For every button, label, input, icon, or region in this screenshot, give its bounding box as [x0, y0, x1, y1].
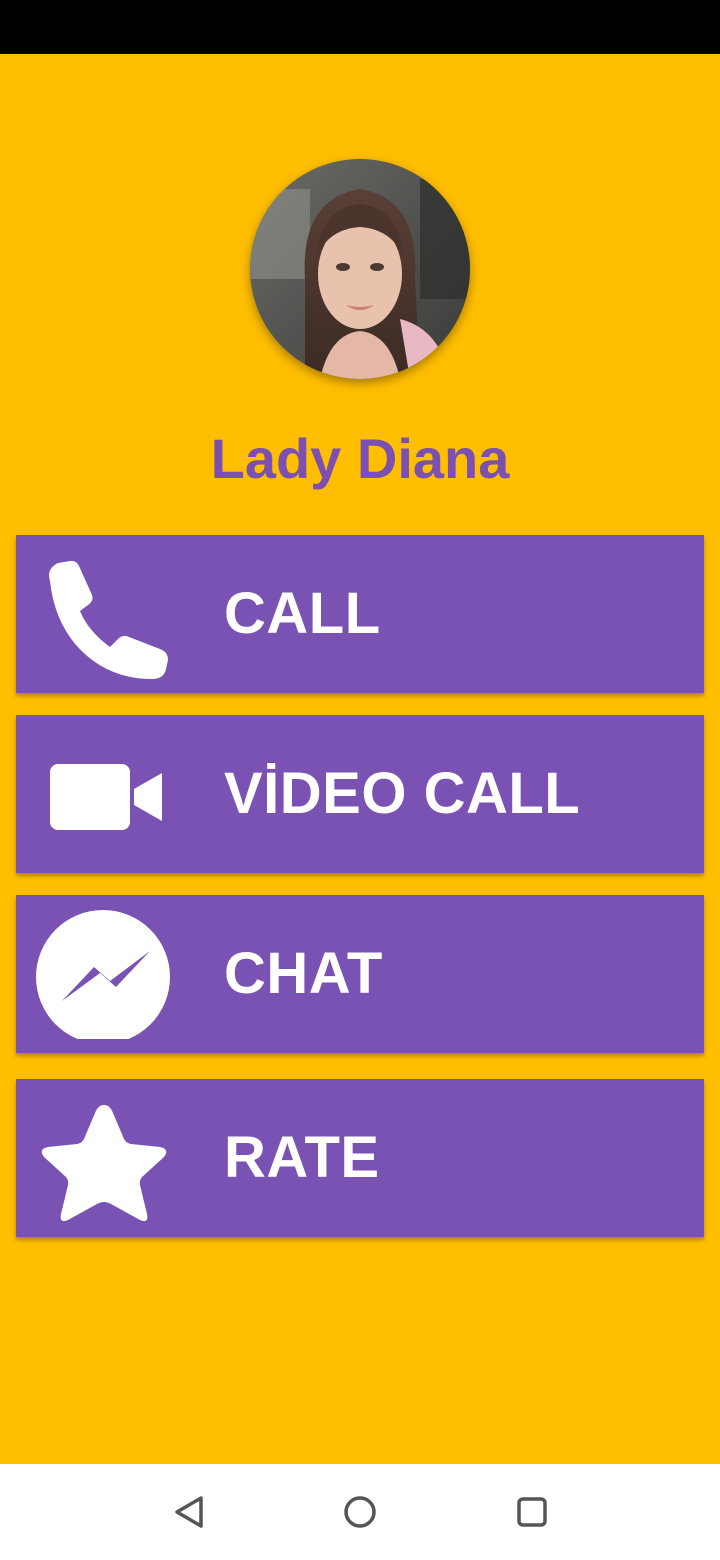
contact-name: Lady Diana	[210, 427, 510, 490]
back-icon[interactable]	[167, 1490, 211, 1534]
chat-button[interactable]: CHAT	[16, 895, 704, 1053]
chat-label: CHAT	[224, 941, 383, 1006]
video-call-button[interactable]: VİDEO CALL	[16, 715, 704, 873]
phone-icon	[49, 560, 168, 679]
video-camera-icon	[50, 764, 162, 830]
recents-icon[interactable]	[510, 1490, 554, 1534]
status-bar	[0, 0, 720, 54]
rate-label: RATE	[224, 1125, 380, 1190]
avatar	[250, 159, 470, 379]
call-label: CALL	[224, 581, 381, 646]
star-icon	[41, 1105, 167, 1222]
call-button[interactable]: CALL	[16, 535, 704, 693]
home-icon[interactable]	[338, 1490, 382, 1534]
rate-button[interactable]: RATE	[16, 1079, 704, 1237]
video-call-label: VİDEO CALL	[224, 761, 581, 826]
navigation-bar	[0, 1464, 720, 1560]
messenger-icon	[36, 910, 170, 1039]
